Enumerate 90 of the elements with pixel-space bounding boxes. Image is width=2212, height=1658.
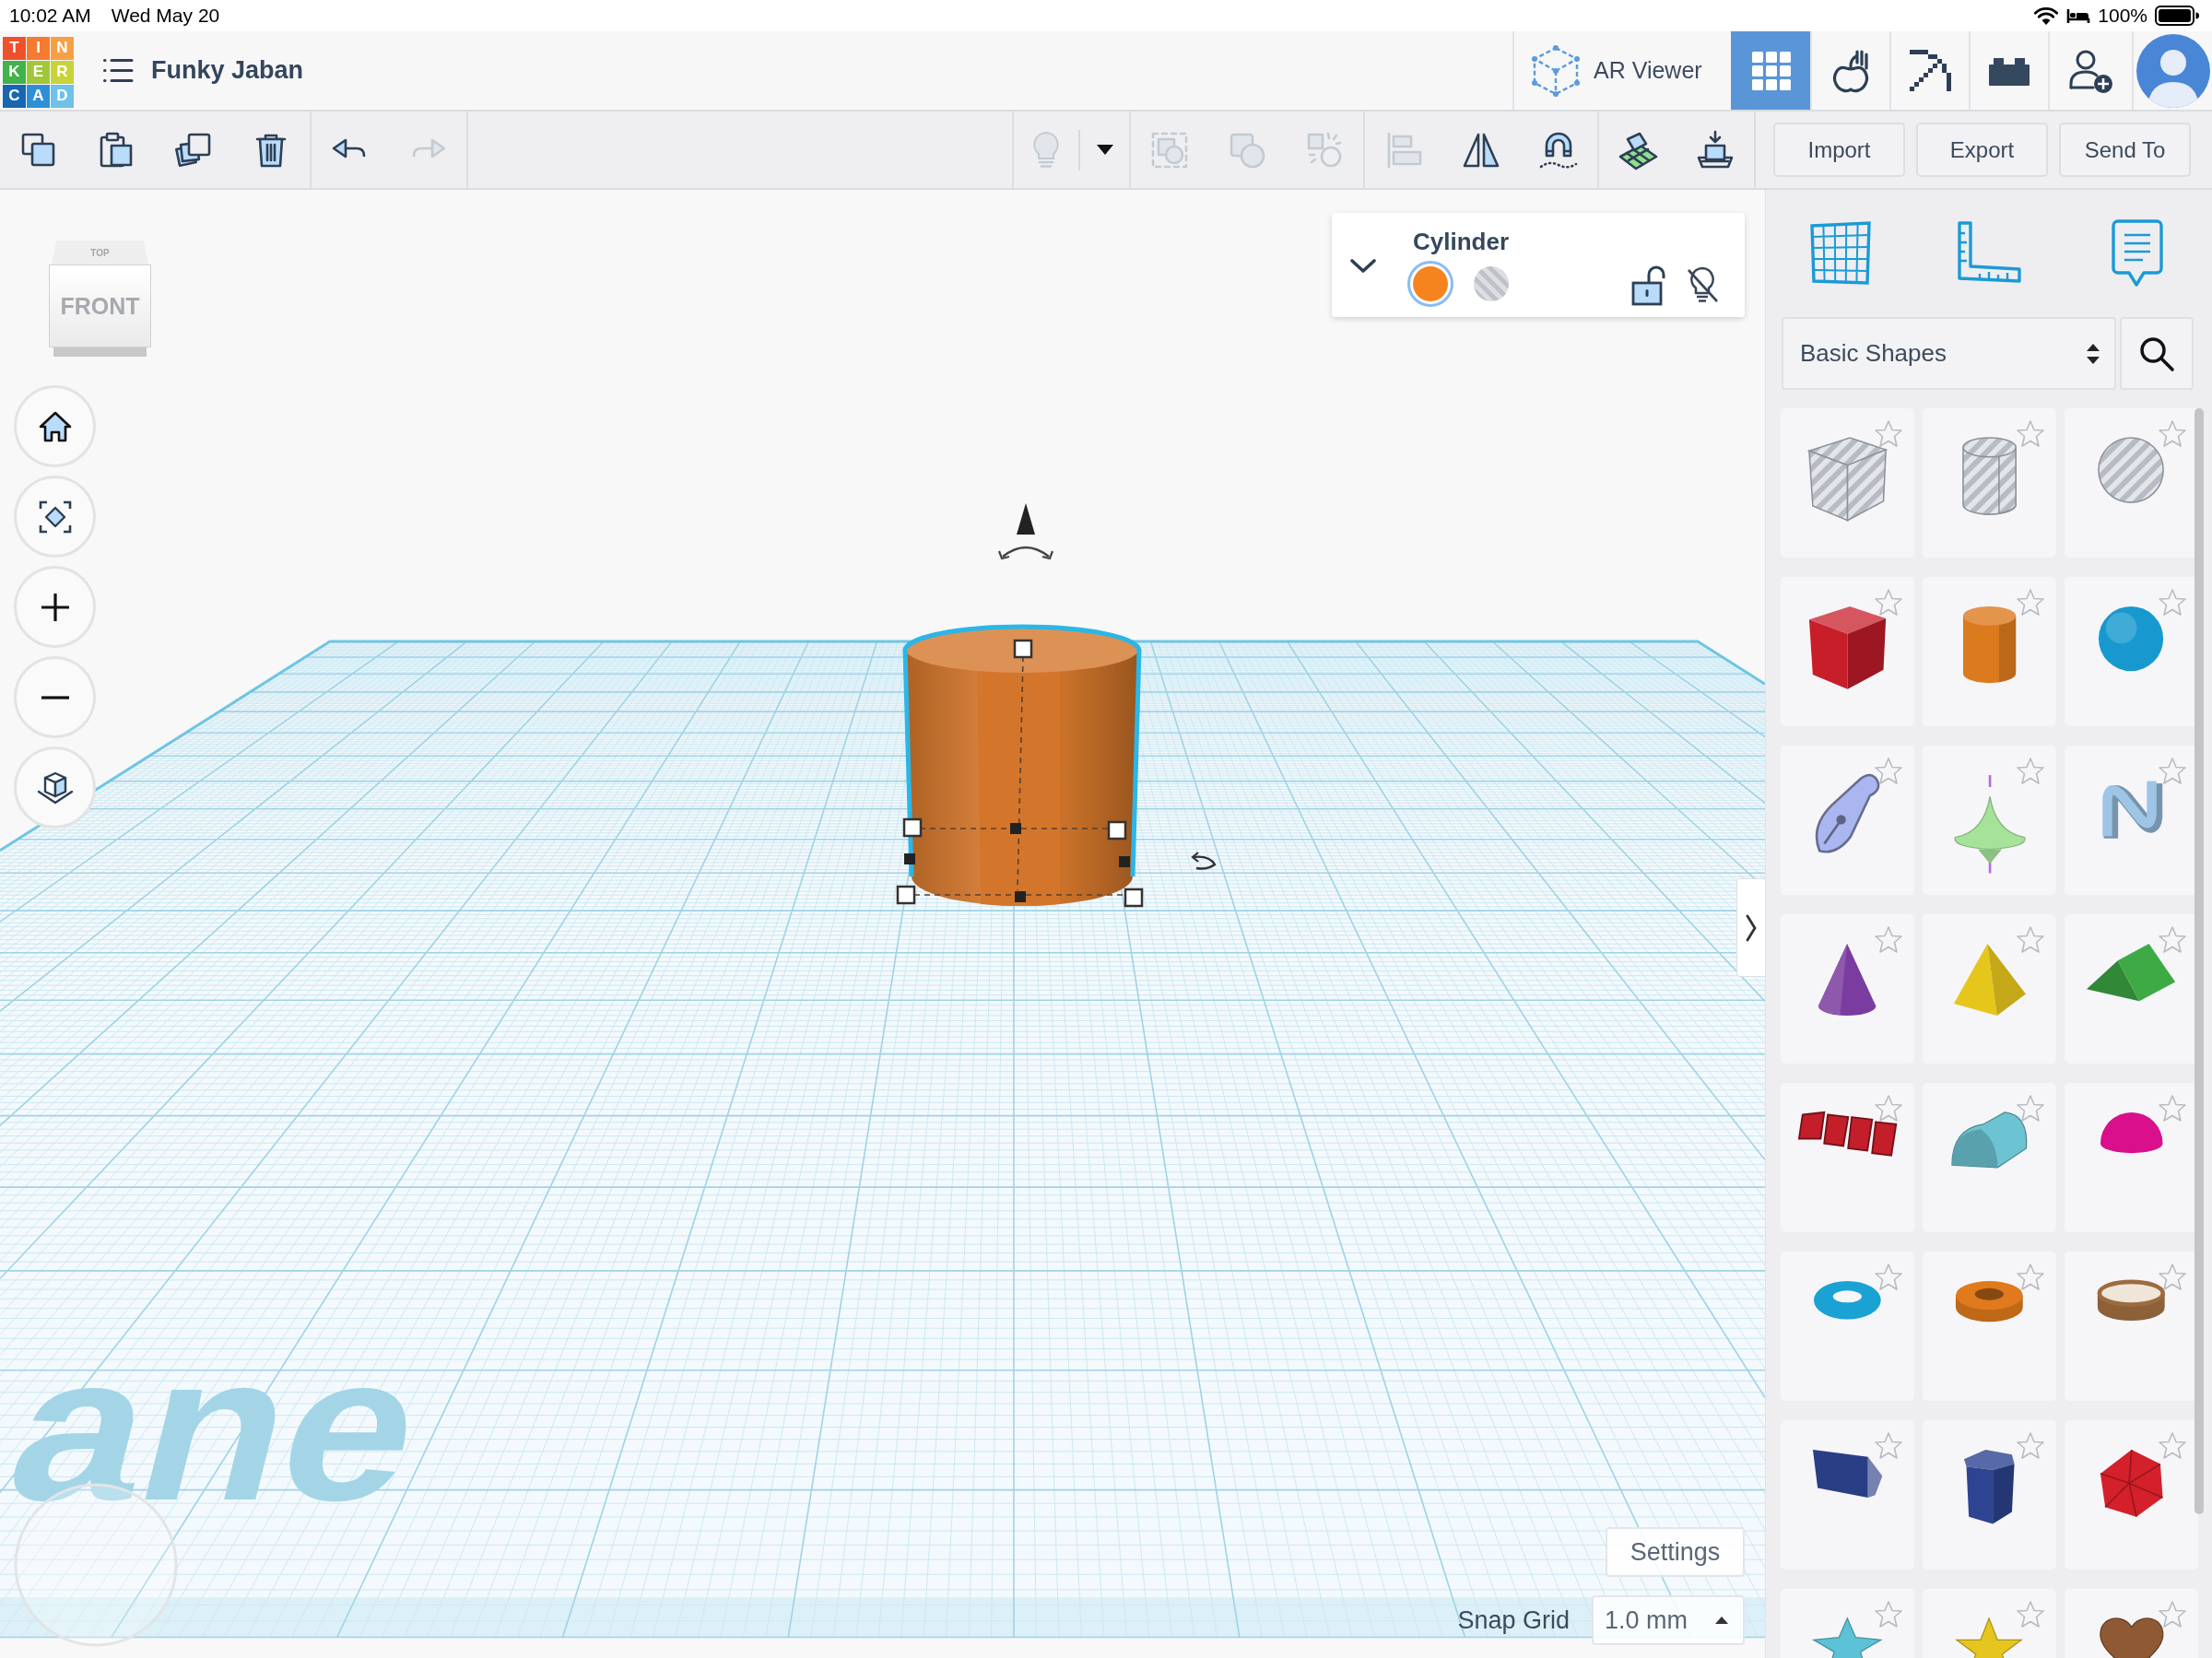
star-icon[interactable]	[1874, 1263, 1903, 1291]
solid-color-swatch[interactable]	[1407, 261, 1453, 307]
cylinder-shape[interactable]	[902, 624, 1142, 906]
shape-tile[interactable]	[1923, 1420, 2056, 1570]
resize-handle[interactable]	[902, 817, 923, 838]
logo-letter: D	[51, 84, 74, 108]
battery-percent: 100%	[2098, 5, 2147, 27]
search-icon	[2138, 335, 2175, 372]
shape-tile[interactable]	[1781, 746, 1914, 895]
wifi-icon	[2033, 6, 2060, 26]
cube-face-label: TOP	[90, 247, 110, 258]
star-icon[interactable]	[2016, 1094, 2045, 1123]
resize-handle[interactable]	[904, 853, 915, 864]
logo-letter: R	[51, 60, 74, 84]
category-dropdown[interactable]: Basic Shapes	[1782, 317, 2116, 390]
star-icon[interactable]	[1874, 1600, 1903, 1629]
logo-letter: T	[3, 36, 26, 60]
resize-handle[interactable]	[1010, 823, 1021, 834]
star-icon[interactable]	[2158, 1094, 2187, 1123]
shape-tile[interactable]	[1781, 1252, 1914, 1401]
cube-face-label: FRONT	[60, 292, 140, 320]
grid-icon	[1807, 220, 1873, 287]
settings-button[interactable]: Settings	[1606, 1527, 1745, 1577]
star-icon[interactable]	[1874, 757, 1903, 785]
snap-grid-label: Snap Grid	[1457, 1605, 1570, 1635]
star-icon[interactable]	[2016, 419, 2045, 448]
logo-letter: A	[27, 84, 50, 108]
speech-bubble-icon	[2110, 218, 2164, 288]
import-button[interactable]: Import	[1773, 123, 1905, 177]
star-icon[interactable]	[1874, 925, 1903, 954]
star-icon[interactable]	[2016, 925, 2045, 954]
export-button[interactable]: Export	[1916, 123, 2048, 177]
star-icon[interactable]	[2158, 1263, 2187, 1291]
shape-name: Cylinder	[1412, 228, 1511, 255]
logo-letter: I	[27, 36, 50, 60]
shape-tile[interactable]	[1923, 1252, 2056, 1401]
send-to-button[interactable]: Send To	[2059, 123, 2191, 177]
search-button[interactable]	[2120, 317, 2194, 390]
cube-icon	[1531, 44, 1581, 97]
shape-tile[interactable]	[1781, 914, 1914, 1064]
plus-icon	[39, 591, 71, 623]
logo-letter: E	[27, 60, 50, 84]
rotate-arrow-icon[interactable]	[1191, 852, 1217, 870]
shape-tile[interactable]	[1781, 408, 1914, 558]
shape-tile[interactable]	[1781, 1083, 1914, 1232]
shape-tile[interactable]	[1781, 1420, 1914, 1570]
star-icon[interactable]	[2016, 757, 2045, 785]
logo-letter: C	[3, 84, 26, 108]
battery-icon	[2155, 6, 2199, 26]
star-icon[interactable]	[2158, 419, 2187, 448]
panel-toggle-button[interactable]	[1736, 878, 1765, 977]
minus-icon	[39, 695, 71, 700]
status-time: 10:02 AM	[9, 5, 91, 27]
resize-handle[interactable]	[896, 885, 916, 905]
caret-up-icon	[1715, 1617, 1728, 1624]
resize-handle[interactable]	[1107, 820, 1127, 841]
project-title[interactable]: Funky Jaban	[151, 56, 304, 85]
scrollbar[interactable]	[2194, 408, 2204, 1514]
resize-handle[interactable]	[1124, 888, 1144, 908]
menu-icon	[102, 59, 134, 82]
star-icon[interactable]	[2016, 588, 2045, 617]
status-date: Wed May 20	[111, 5, 220, 27]
star-icon[interactable]	[2158, 1431, 2187, 1460]
bed-icon	[2066, 7, 2091, 24]
shape-tile[interactable]	[2065, 1420, 2198, 1570]
logo-letter: K	[3, 60, 26, 84]
snap-grid-dropdown[interactable]: 1.0 mm	[1592, 1595, 1745, 1645]
shape-tile[interactable]	[1923, 1083, 2056, 1232]
star-icon[interactable]	[2016, 1263, 2045, 1291]
star-icon[interactable]	[2016, 1600, 2045, 1629]
star-icon[interactable]	[2158, 588, 2187, 617]
star-icon[interactable]	[1874, 588, 1903, 617]
star-icon[interactable]	[1874, 1094, 1903, 1123]
resize-handle[interactable]	[1013, 639, 1033, 659]
lift-arrow-icon[interactable]	[997, 503, 1054, 560]
chevron-right-icon	[1746, 913, 1757, 942]
star-icon[interactable]	[2158, 925, 2187, 954]
shape-tile[interactable]	[1781, 577, 1914, 726]
shape-tile[interactable]	[1923, 746, 2056, 895]
shape-tile[interactable]	[1923, 408, 2056, 558]
logo-letter: N	[51, 36, 74, 60]
resize-handle[interactable]	[1015, 891, 1026, 902]
resize-handle[interactable]	[1119, 856, 1130, 867]
star-icon[interactable]	[1874, 1431, 1903, 1460]
star-icon[interactable]	[2158, 757, 2187, 785]
star-icon[interactable]	[2158, 1600, 2187, 1629]
star-icon[interactable]	[1874, 419, 1903, 448]
star-icon[interactable]	[2016, 1431, 2045, 1460]
shape-tile[interactable]	[1923, 577, 2056, 726]
shape-tile[interactable]	[1923, 914, 2056, 1064]
